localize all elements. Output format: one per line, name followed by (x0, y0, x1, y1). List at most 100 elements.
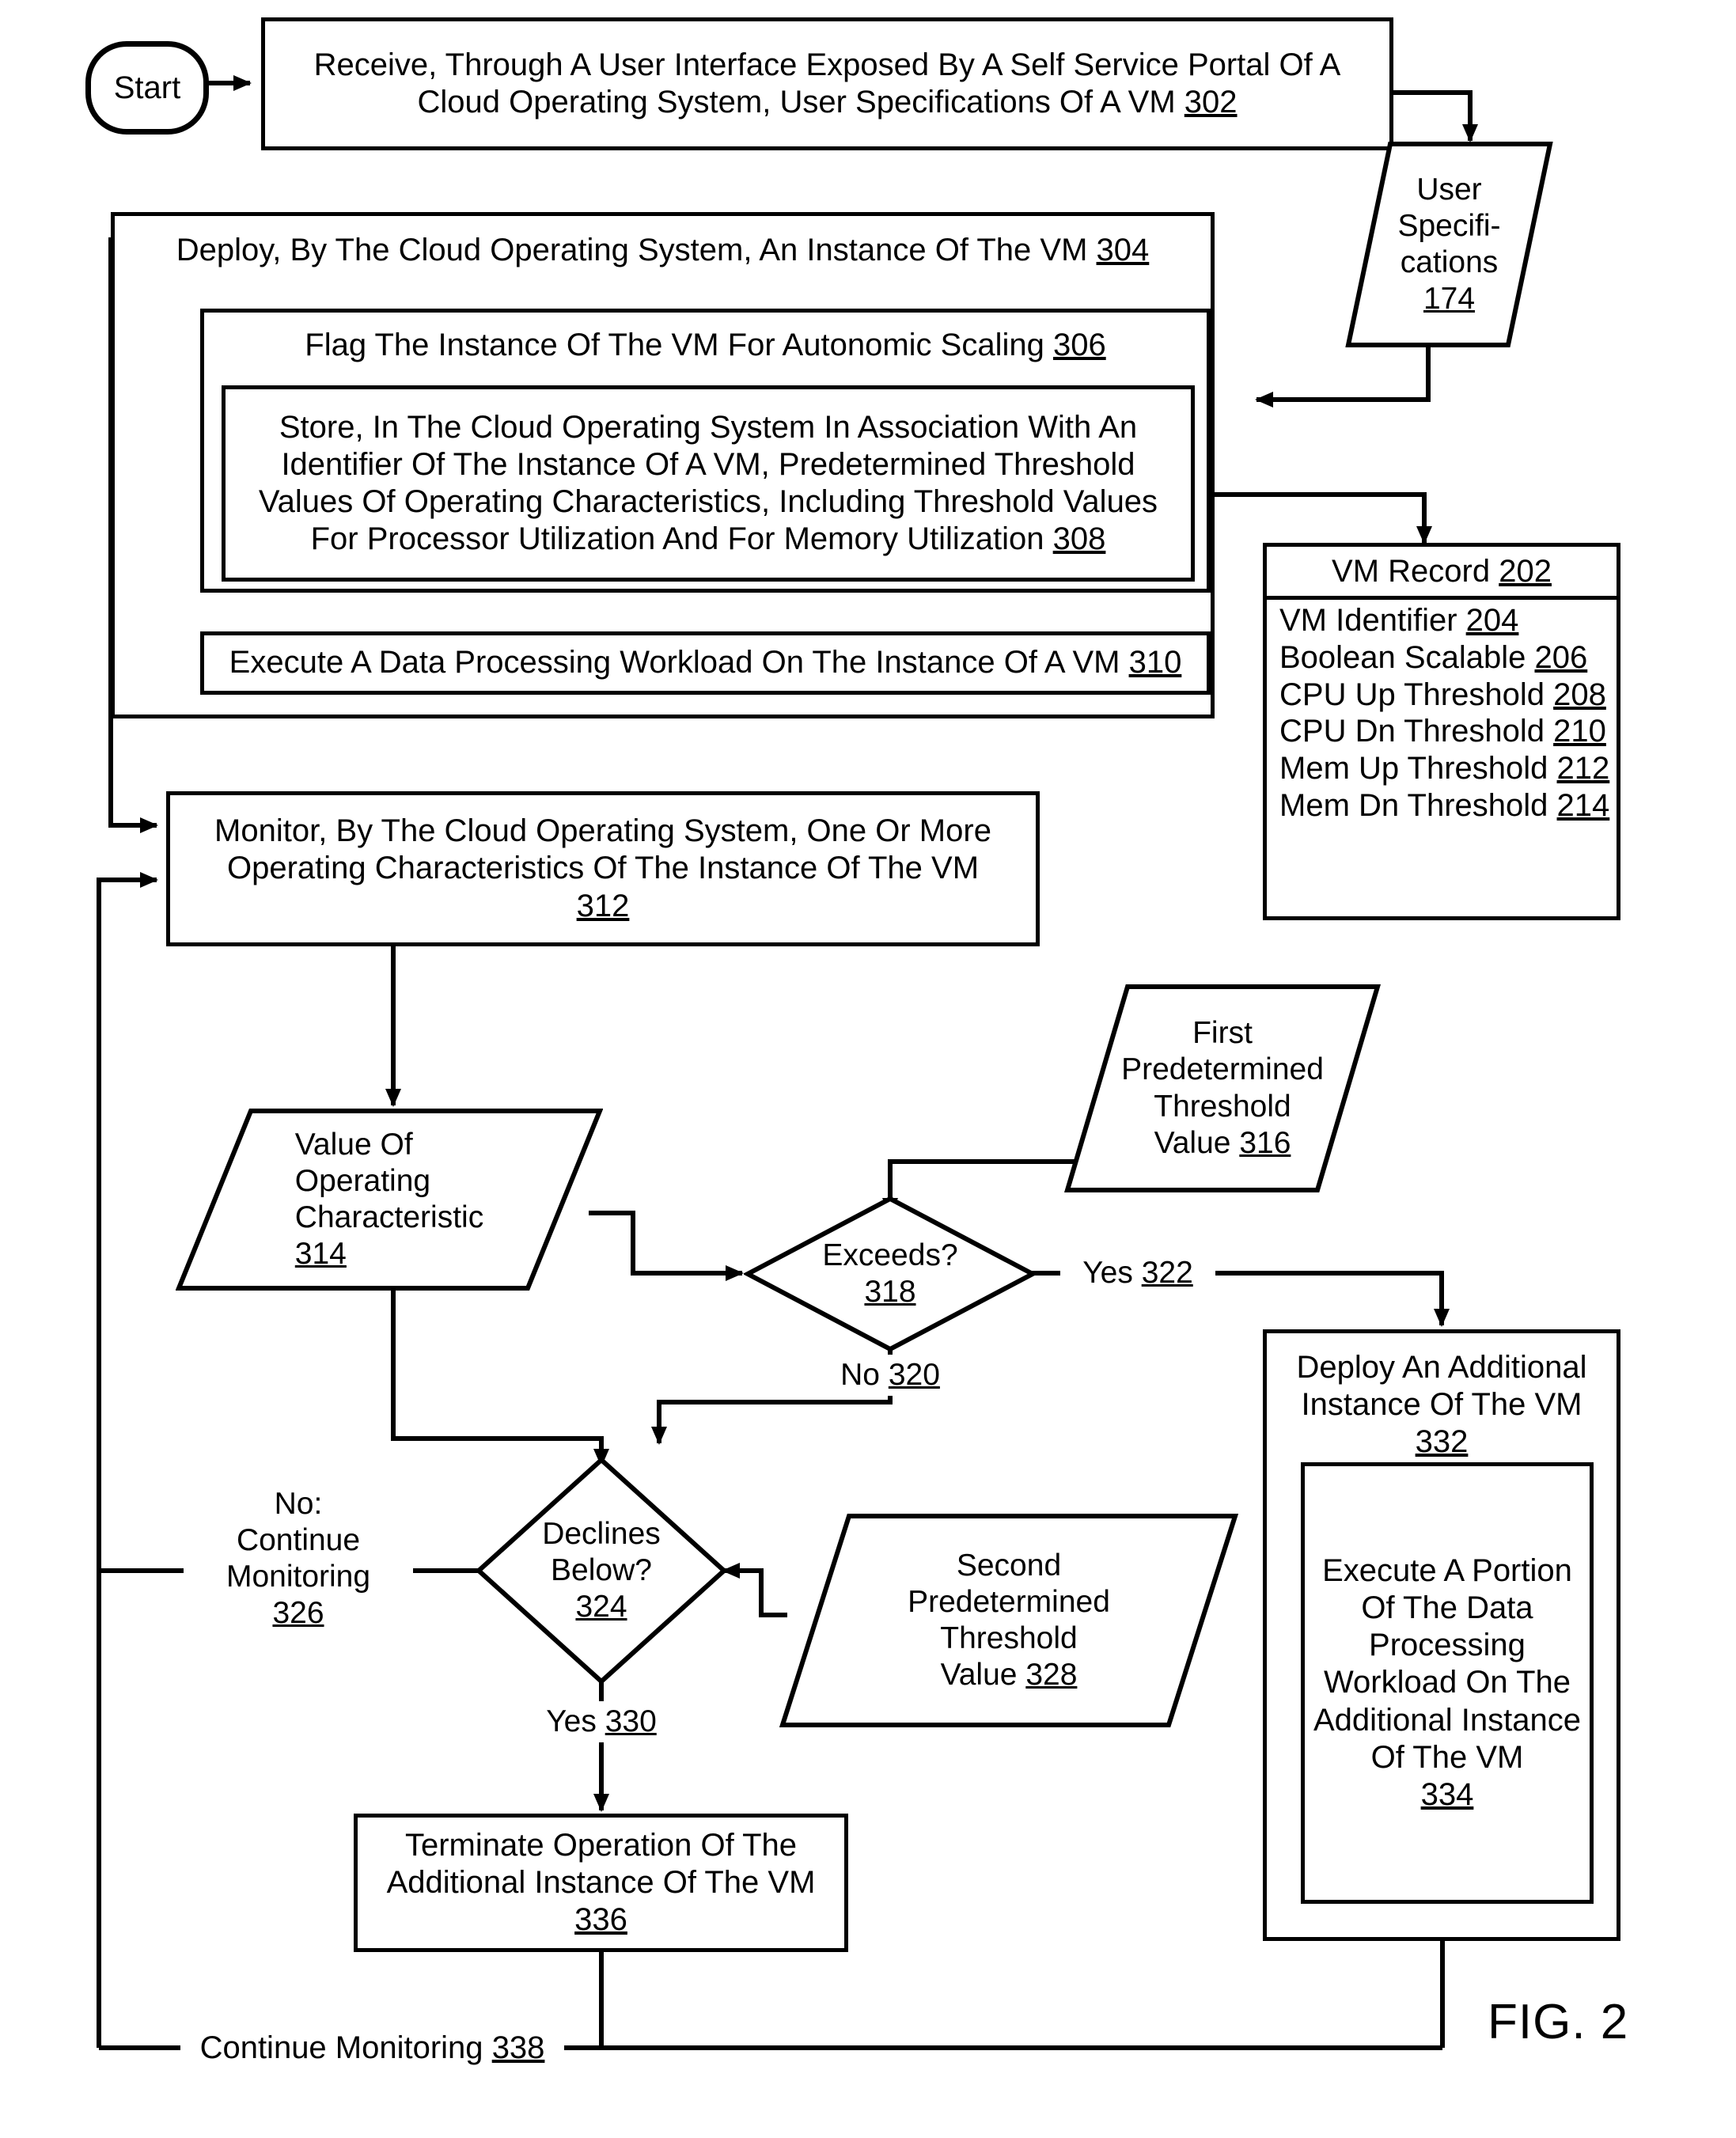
step-306-ref: 306 (1052, 328, 1106, 362)
threshold-328-line1: Second (956, 1548, 1062, 1583)
step-334-line5: Additional Instance (1313, 1702, 1581, 1738)
step-312-line1: Monitor, By The Cloud Operating System, … (214, 813, 991, 849)
decision-324-line1: Declines (542, 1516, 661, 1551)
step-302-line2: Cloud Operating System, User Specificati… (417, 85, 1176, 119)
vm-record-field-label: Mem Up Threshold (1279, 751, 1548, 787)
step-332-line2: Instance Of The VM (1301, 1387, 1582, 1423)
vm-record-row: VM Identifier 204 (1279, 602, 1610, 639)
step-308-line2: Identifier Of The Instance Of A VM, Pred… (281, 446, 1135, 482)
step-308-line3: Values Of Operating Characteristics, Inc… (258, 484, 1158, 519)
vm-record-row: Mem Dn Threshold 214 (1279, 787, 1610, 824)
yes-322-ref: 322 (1141, 1256, 1193, 1290)
value-314-line2: Operating (294, 1163, 431, 1198)
threshold-316-ref: 316 (1239, 1125, 1291, 1160)
decision-324-ref: 324 (575, 1590, 627, 1624)
vm-record-field-ref: 210 (1553, 714, 1606, 749)
value-314-line3: Characteristic (294, 1200, 484, 1234)
vm-record-field-ref: 208 (1553, 677, 1606, 712)
step-302-line1: Receive, Through A User Interface Expose… (313, 47, 1341, 82)
data-second-predetermined-threshold-328: Second Predetermined Threshold Value 328 (779, 1513, 1238, 1728)
threshold-328-ref: 328 (1025, 1658, 1078, 1693)
threshold-328-line4: Value (940, 1658, 1018, 1693)
step-302-ref: 302 (1184, 85, 1238, 119)
step-334-execute-portion-workload: Execute A Portion Of The Data Processing… (1301, 1462, 1594, 1904)
vm-record-field-label: Mem Dn Threshold (1279, 787, 1548, 823)
continue-338-ref: 338 (491, 2030, 545, 2065)
step-304-ref: 304 (1096, 233, 1150, 267)
edge-label-continue-monitoring-338: Continue Monitoring 338 (180, 2026, 564, 2070)
vm-record-row: CPU Up Threshold 208 (1279, 677, 1610, 714)
edge-label-no-continue-monitoring-326: No: Continue Monitoring 326 (184, 1468, 413, 1650)
step-310-text: Execute A Data Processing Workload On Th… (229, 645, 1120, 680)
value-314-line1: Value Of (294, 1127, 413, 1162)
step-334-ref: 334 (1420, 1776, 1474, 1812)
vm-record-field-ref: 206 (1534, 639, 1588, 675)
step-312-line2: Operating Characteristics Of The Instanc… (226, 851, 980, 886)
yes-330-ref: 330 (605, 1704, 657, 1738)
no-326-line1: No: (274, 1486, 323, 1521)
edge-label-no-320: No 320 (791, 1355, 989, 1396)
decision-318-text: Exceeds? (822, 1238, 958, 1272)
step-308-ref: 308 (1052, 521, 1106, 557)
step-332-ref: 332 (1415, 1424, 1469, 1460)
no-326-line2: Continue (236, 1522, 361, 1557)
step-336-line1: Terminate Operation Of The (404, 1827, 798, 1863)
no-320-text: No (840, 1358, 880, 1392)
step-336-ref: 336 (574, 1902, 627, 1938)
vm-record-202: VM Record 202 VM Identifier 204 Boolean … (1263, 543, 1620, 920)
vm-record-field-ref: 204 (1465, 603, 1519, 638)
edge-label-yes-322: Yes 322 (1060, 1253, 1215, 1294)
step-334-line1: Execute A Portion (1322, 1552, 1572, 1588)
start-label: Start (113, 70, 181, 105)
data-user-specifications-174: User Specifi- cations 174 (1345, 141, 1553, 348)
vm-record-field-list: VM Identifier 204 Boolean Scalable 206 C… (1279, 602, 1610, 824)
step-308-line1: Store, In The Cloud Operating System In … (279, 409, 1138, 445)
threshold-316-line3: Threshold (1154, 1089, 1291, 1124)
vm-record-row: Boolean Scalable 206 (1279, 639, 1610, 677)
step-336-terminate-additional-instance: Terminate Operation Of The Additional In… (354, 1814, 848, 1952)
vm-record-field-label: VM Identifier (1279, 603, 1457, 638)
decision-324-declines-below: Declines Below? 324 (475, 1456, 728, 1685)
continue-338-text: Continue Monitoring (199, 2030, 483, 2065)
user-specs-ref: 174 (1423, 282, 1476, 317)
decision-324-line2: Below? (551, 1552, 652, 1587)
value-314-ref: 314 (294, 1237, 347, 1272)
no-326-line3: Monitoring (226, 1560, 371, 1594)
step-308-store-threshold-values: Store, In The Cloud Operating System In … (222, 385, 1195, 582)
step-306-text: Flag The Instance Of The VM For Autonomi… (305, 328, 1044, 362)
start-terminator: Start (85, 41, 209, 135)
vm-record-field-label: CPU Dn Threshold (1279, 714, 1545, 749)
user-specs-line1: User (1416, 172, 1482, 207)
figure-label: FIG. 2 (1488, 1995, 1629, 2049)
step-334-line2: Of The Data (1361, 1590, 1533, 1626)
step-332-line1: Deploy An Additional (1296, 1350, 1587, 1385)
vm-record-row: Mem Up Threshold 212 (1279, 750, 1610, 787)
data-value-of-operating-characteristic-314: Value Of Operating Characteristic 314 (176, 1108, 603, 1291)
decision-318-exceeds: Exceeds? 318 (744, 1195, 1037, 1353)
yes-330-text: Yes (546, 1704, 597, 1738)
vm-record-field-label: Boolean Scalable (1279, 639, 1526, 675)
yes-322-text: Yes (1082, 1256, 1133, 1290)
step-310-ref: 310 (1128, 645, 1182, 680)
step-304-text: Deploy, By The Cloud Operating System, A… (176, 233, 1088, 267)
data-first-predetermined-threshold-316: First Predetermined Threshold Value 316 (1064, 984, 1381, 1193)
decision-318-ref: 318 (864, 1275, 916, 1309)
edge-label-yes-330: Yes 330 (514, 1701, 688, 1742)
step-334-line4: Workload On The (1323, 1665, 1571, 1700)
step-334-line6: Of The VM (1370, 1739, 1524, 1775)
user-specs-line2: Specifi- (1397, 208, 1501, 243)
threshold-316-line1: First (1192, 1016, 1253, 1051)
vm-record-field-ref: 214 (1556, 787, 1610, 823)
threshold-316-line2: Predetermined (1121, 1052, 1324, 1087)
step-334-line3: Processing (1369, 1628, 1526, 1663)
vm-record-divider (1267, 596, 1617, 600)
no-326-ref: 326 (272, 1596, 324, 1631)
step-336-line2: Additional Instance Of The VM (386, 1864, 816, 1900)
flowchart-figure: Start Receive, Through A User Interface … (0, 0, 1736, 2138)
vm-record-title-ref: 202 (1499, 553, 1552, 589)
step-312-ref: 312 (576, 888, 630, 923)
no-320-ref: 320 (888, 1358, 940, 1392)
step-308-line4: For Processor Utilization And For Memory… (310, 521, 1044, 557)
step-310-execute-workload: Execute A Data Processing Workload On Th… (200, 631, 1211, 695)
vm-record-field-label: CPU Up Threshold (1279, 677, 1545, 712)
